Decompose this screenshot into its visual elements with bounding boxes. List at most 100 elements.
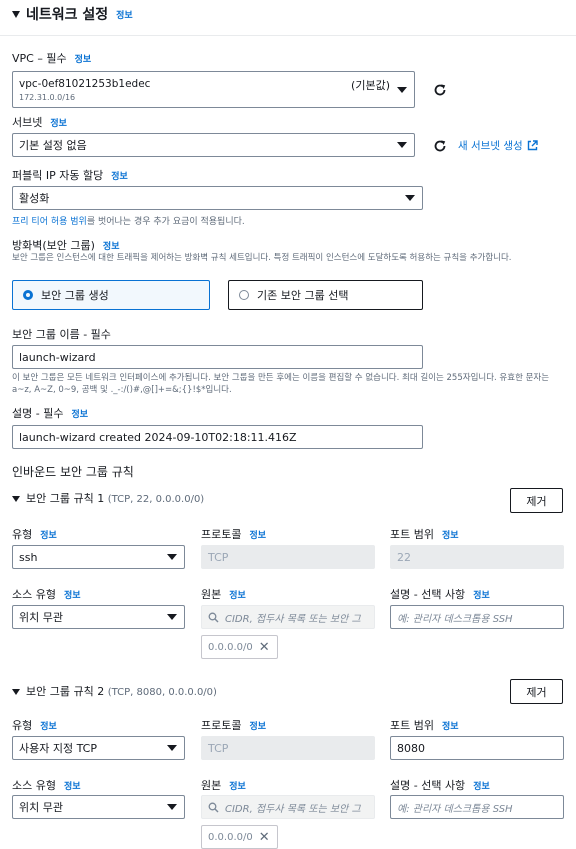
sg-name-help: 이 보안 그룹은 모든 네트워크 인터페이스에 추가됩니다. 보안 그룹을 만든… <box>12 373 550 395</box>
vpc-value: vpc-0ef81021253b1edec <box>19 77 151 90</box>
rule-1-desc-placeholder: 예: 관리자 데스크톱용 SSH <box>397 613 513 625</box>
chevron-down-icon <box>397 86 407 93</box>
rule-1-port-field: 22 <box>390 545 564 569</box>
rule-2-type-select[interactable]: 사용자 지정 TCP <box>12 736 185 760</box>
firewall-info-link[interactable]: 정보 <box>103 242 120 252</box>
chevron-down-icon <box>405 195 415 201</box>
description-label: 설명 - 필수 <box>12 407 64 420</box>
description-info-link[interactable]: 정보 <box>71 410 88 420</box>
protocol-label: 프로토콜 <box>201 719 242 732</box>
protocol-info-link[interactable]: 정보 <box>249 722 266 732</box>
type-info-link[interactable]: 정보 <box>40 531 57 541</box>
rule-1-source-input[interactable]: CIDR, 접두사 목록 또는 보안 그 <box>201 605 375 629</box>
rule-1-source-placeholder: CIDR, 접두사 목록 또는 보안 그 <box>225 613 361 625</box>
rule-2-desc-placeholder: 예: 관리자 데스크톱용 SSH <box>397 803 513 815</box>
subnet-select[interactable]: 기본 설정 없음 <box>12 133 415 157</box>
radio-create-label: 보안 그룹 생성 <box>41 289 109 302</box>
create-subnet-label: 새 서브넷 생성 <box>458 140 523 152</box>
rule-1-protocol-value: TCP <box>208 550 229 564</box>
port-info-link[interactable]: 정보 <box>442 722 459 732</box>
collapse-caret-icon[interactable] <box>12 10 20 18</box>
rule-1-source-type-select[interactable]: 위치 무관 <box>12 605 185 629</box>
refresh-subnet-icon[interactable] <box>433 139 447 153</box>
rule-2-cidr-token: 0.0.0.0/0 ✕ <box>201 825 278 849</box>
radio-existing-label: 기존 보안 그룹 선택 <box>257 289 349 302</box>
type-info-link[interactable]: 정보 <box>40 722 57 732</box>
rule-2-header[interactable]: 보안 그룹 규칙 2 (TCP, 8080, 0.0.0.0/0) <box>12 683 217 699</box>
section-title: 네트워크 설정 <box>26 7 109 23</box>
rule-2-source-type-select[interactable]: 위치 무관 <box>12 795 185 819</box>
description-input[interactable]: launch-wizard created 2024-09-10T02:18:1… <box>12 425 423 449</box>
search-icon <box>208 802 219 812</box>
refresh-vpc-icon[interactable] <box>433 83 447 97</box>
firewall-label-row: 방화벽(보안 그룹) 정보 <box>12 237 119 253</box>
public-ip-info-link[interactable]: 정보 <box>111 172 128 182</box>
rule-1-summary: (TCP, 22, 0.0.0.0/0) <box>107 494 205 505</box>
rule-2-source-type-value: 위치 무관 <box>19 801 63 814</box>
rule-2-source-type-label-row: 소스 유형 정보 <box>12 777 81 793</box>
source-type-info-link[interactable]: 정보 <box>64 591 81 601</box>
source-type-info-link[interactable]: 정보 <box>64 782 81 792</box>
chevron-down-icon <box>397 142 407 148</box>
chevron-down-icon <box>167 614 177 620</box>
close-icon[interactable]: ✕ <box>259 830 270 845</box>
rule-1-type-select[interactable]: ssh <box>12 545 185 569</box>
vpc-info-link[interactable]: 정보 <box>75 55 92 65</box>
radio-unselected-icon <box>239 290 249 300</box>
radio-existing-security-group[interactable]: 기존 보안 그룹 선택 <box>228 280 423 310</box>
subnet-label-row: 서브넷 정보 <box>12 114 67 130</box>
rule-2-protocol-label-row: 프로토콜 정보 <box>201 717 266 733</box>
rule-1-source-type-label-row: 소스 유형 정보 <box>12 586 81 602</box>
rule-1-source-label-row: 원본 정보 <box>201 586 246 602</box>
rule-2-port-input[interactable]: 8080 <box>390 736 564 760</box>
rule-1-desc-input[interactable]: 예: 관리자 데스크톱용 SSH <box>390 605 564 629</box>
section-info-link[interactable]: 정보 <box>116 8 133 21</box>
port-info-link[interactable]: 정보 <box>442 531 459 541</box>
desc-info-link[interactable]: 정보 <box>473 591 490 601</box>
protocol-info-link[interactable]: 정보 <box>249 531 266 541</box>
source-info-link[interactable]: 정보 <box>229 782 246 792</box>
chevron-down-icon <box>167 745 177 751</box>
public-ip-label-row: 퍼블릭 IP 자동 할당 정보 <box>12 167 128 183</box>
create-subnet-link[interactable]: 새 서브넷 생성 <box>458 138 538 153</box>
subnet-label: 서브넷 <box>12 116 43 129</box>
radio-create-security-group[interactable]: 보안 그룹 생성 <box>12 280 210 310</box>
sg-name-label: 보안 그룹 이름 - 필수 <box>12 328 111 341</box>
rule-1-header[interactable]: 보안 그룹 규칙 1 (TCP, 22, 0.0.0.0/0) <box>12 490 204 506</box>
sg-name-input[interactable]: launch-wizard <box>12 345 423 369</box>
rule-2-desc-input[interactable]: 예: 관리자 데스크톱용 SSH <box>390 795 564 819</box>
remove-rule-1-button[interactable]: 제거 <box>510 488 563 513</box>
rule-1-protocol-field: TCP <box>201 545 375 569</box>
section-header[interactable]: 네트워크 설정 정보 <box>12 4 133 24</box>
source-type-label: 소스 유형 <box>12 588 56 601</box>
type-label: 유형 <box>12 719 33 732</box>
rule-1-cidr-token: 0.0.0.0/0 ✕ <box>201 635 278 659</box>
firewall-label: 방화벽(보안 그룹) <box>12 239 95 252</box>
vpc-label-row: VPC – 필수 정보 <box>12 50 91 66</box>
close-icon[interactable]: ✕ <box>259 640 270 655</box>
vpc-label: VPC – 필수 <box>12 52 67 65</box>
desc-info-link[interactable]: 정보 <box>473 782 490 792</box>
subnet-info-link[interactable]: 정보 <box>50 119 67 129</box>
public-ip-select[interactable]: 활성화 <box>12 186 423 210</box>
chevron-down-icon <box>167 804 177 810</box>
collapse-caret-icon[interactable] <box>12 689 20 695</box>
source-info-link[interactable]: 정보 <box>229 591 246 601</box>
rule-2-source-input[interactable]: CIDR, 접두사 목록 또는 보안 그 <box>201 795 375 819</box>
rule-1-port-value: 22 <box>397 550 411 564</box>
free-tier-link[interactable]: 프리 티어 허용 범위 <box>12 217 87 227</box>
rule-2-port-value: 8080 <box>397 741 425 755</box>
rule-2-desc-label-row: 설명 - 선택 사항 정보 <box>390 777 490 793</box>
rule-2-type-label-row: 유형 정보 <box>12 717 57 733</box>
source-type-label: 소스 유형 <box>12 779 56 792</box>
chevron-down-icon <box>167 554 177 560</box>
firewall-help: 보안 그룹은 인스턴스에 대한 트래픽을 제어하는 방화벽 규칙 세트입니다. … <box>12 253 512 263</box>
public-ip-value: 활성화 <box>19 192 50 205</box>
remove-rule-2-button[interactable]: 제거 <box>510 679 563 704</box>
vpc-select[interactable]: vpc-0ef81021253b1edec 172.31.0.0/16 (기본값… <box>12 71 415 108</box>
rule-1-cidr-token-text: 0.0.0.0/0 <box>208 641 253 653</box>
description-value: launch-wizard created 2024-09-10T02:18:1… <box>19 430 297 444</box>
search-icon <box>208 612 219 622</box>
rule-2-protocol-field: TCP <box>201 736 375 760</box>
collapse-caret-icon[interactable] <box>12 496 20 502</box>
